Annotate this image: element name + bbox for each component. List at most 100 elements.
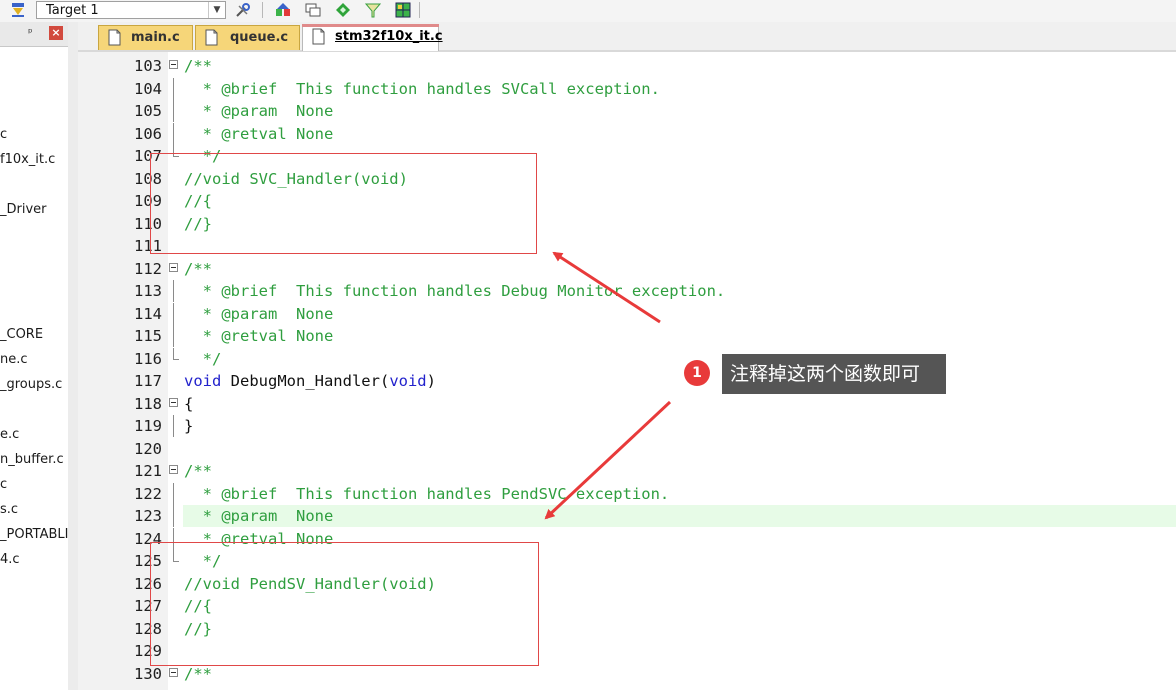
code-line[interactable]: 108 //void SVC_Handler(void) xyxy=(78,168,1176,190)
file-icon xyxy=(312,28,325,45)
code-line[interactable]: 123 * @param None xyxy=(78,505,1176,527)
project-tree-item[interactable]: ne.c xyxy=(0,352,28,367)
code-line[interactable]: 104 * @brief This function handles SVCal… xyxy=(78,77,1176,100)
project-tree-item[interactable]: 4.c xyxy=(0,552,20,567)
fold-collapse-icon[interactable] xyxy=(168,55,182,77)
code-line[interactable]: 117 void DebugMon_Handler(void) xyxy=(78,370,1176,392)
tab-stm32f10x-it-c[interactable]: stm32f10x_it.c xyxy=(302,24,443,51)
project-tree-item[interactable]: _PORTABLI xyxy=(0,527,68,542)
code-line[interactable]: 120 xyxy=(78,438,1176,460)
line-number: 111 xyxy=(134,237,162,255)
code-line[interactable]: 109 //{ xyxy=(78,190,1176,212)
fold-line-marker xyxy=(168,122,182,145)
fold-end-marker xyxy=(168,145,182,167)
code-line[interactable]: 126 //void PendSV_Handler(void) xyxy=(78,573,1176,595)
line-number: 129 xyxy=(134,642,162,660)
code-line[interactable]: 114 * @param None xyxy=(78,302,1176,325)
code-text: { xyxy=(184,394,194,413)
project-tree-item[interactable]: _Driver xyxy=(0,202,47,217)
fold-collapse-icon[interactable] xyxy=(168,663,182,685)
manage-components-icon[interactable] xyxy=(274,2,292,18)
code-line[interactable]: 113 * @brief This function handles Debug… xyxy=(78,280,1176,302)
tab-label: stm32f10x_it.c xyxy=(335,29,443,44)
fold-gutter xyxy=(168,640,182,662)
code-line[interactable]: 116 */ xyxy=(78,347,1176,370)
code-line[interactable]: 105 * @param None xyxy=(78,100,1176,122)
code-line[interactable]: 128 //} xyxy=(78,618,1176,640)
fold-line-marker xyxy=(168,302,182,325)
fold-collapse-icon[interactable] xyxy=(168,393,182,415)
fold-line-marker xyxy=(168,325,182,347)
close-icon[interactable]: × xyxy=(49,26,63,40)
tab-label: main.c xyxy=(131,30,180,45)
filter-icon[interactable] xyxy=(364,2,382,18)
panel-splitter[interactable] xyxy=(68,22,78,690)
target-select-value: Target 1 xyxy=(46,3,99,18)
fold-gutter xyxy=(168,213,182,235)
project-tree-item[interactable]: _CORE xyxy=(0,327,43,342)
code-line[interactable]: 119} xyxy=(78,415,1176,437)
line-number: 108 xyxy=(134,169,162,188)
pin-icon[interactable]: ᵖ xyxy=(28,26,33,39)
code-text: /** xyxy=(184,57,212,75)
line-number: 126 xyxy=(134,574,162,593)
project-tree-item[interactable]: _groups.c xyxy=(0,377,62,392)
code-text: //void SVC_Handler(void) xyxy=(184,169,408,188)
tab-queue-c[interactable]: queue.c xyxy=(195,25,300,50)
code-text: //} xyxy=(184,619,212,638)
fold-line-marker xyxy=(168,77,182,100)
project-tree-item[interactable]: s.c xyxy=(0,502,18,517)
options-icon[interactable] xyxy=(234,2,252,18)
project-tree-item[interactable]: f10x_it.c xyxy=(0,152,55,167)
code-line[interactable]: 115 * @retval None xyxy=(78,325,1176,347)
target-select[interactable]: Target 1 ▼ xyxy=(36,1,226,19)
project-panel: ᵖ × c f10x_it.c _Driver _CORE ne.c _grou… xyxy=(0,22,69,690)
code-line[interactable]: 110 //} xyxy=(78,213,1176,235)
line-number: 113 xyxy=(134,282,162,300)
fold-collapse-icon[interactable] xyxy=(168,460,182,482)
code-keyword: void xyxy=(389,372,427,390)
code-text: //{ xyxy=(184,192,212,210)
code-text: //} xyxy=(184,214,212,233)
fold-collapse-icon[interactable] xyxy=(168,258,182,280)
line-number: 109 xyxy=(134,192,162,210)
project-tree-item[interactable]: e.c xyxy=(0,427,19,442)
code-line[interactable]: 125 */ xyxy=(78,550,1176,572)
code-text: /** xyxy=(184,259,212,278)
line-number: 116 xyxy=(134,349,162,368)
code-text: //void PendSV_Handler(void) xyxy=(184,574,436,593)
grid-icon[interactable] xyxy=(394,2,412,18)
code-line[interactable]: 103 /** xyxy=(78,55,1176,77)
code-line[interactable]: 118 { xyxy=(78,393,1176,415)
code-line[interactable]: 124 * @retval None xyxy=(78,527,1176,550)
chevron-down-icon[interactable]: ▼ xyxy=(208,2,225,18)
code-line[interactable]: 107 */ xyxy=(78,145,1176,167)
project-tree-item[interactable]: c xyxy=(0,477,7,492)
toolbar-separator xyxy=(262,2,263,18)
line-number: 104 xyxy=(134,79,162,98)
code-line[interactable]: 121 /** xyxy=(78,460,1176,482)
code-line[interactable]: 130 /** xyxy=(78,663,1176,685)
project-tree-item[interactable]: n_buffer.c xyxy=(0,452,64,467)
diamond-icon[interactable] xyxy=(334,2,352,18)
code-identifier: DebugMon_Handler( xyxy=(221,372,390,390)
download-icon[interactable] xyxy=(9,2,27,18)
code-editor[interactable]: 103 /** 104 * @brief This function handles… xyxy=(78,52,1176,690)
window-layout-icon[interactable] xyxy=(304,2,322,18)
code-line[interactable]: 106 * @retval None xyxy=(78,122,1176,145)
tab-main-c[interactable]: main.c xyxy=(98,25,193,50)
project-tree-item[interactable]: c xyxy=(0,127,7,142)
line-number: 105 xyxy=(134,102,162,120)
fold-gutter xyxy=(168,573,182,595)
callout-number-badge: 1 xyxy=(684,360,710,386)
code-line[interactable]: 112 /** xyxy=(78,258,1176,280)
code-line[interactable]: 127 //{ xyxy=(78,595,1176,617)
code-line[interactable]: 111 xyxy=(78,235,1176,257)
line-number: 119 xyxy=(134,417,162,435)
code-line[interactable]: 129 xyxy=(78,640,1176,662)
code-line[interactable]: 122 * @brief This function handles PendS… xyxy=(78,482,1176,505)
fold-gutter xyxy=(168,595,182,617)
code-text: * @param None xyxy=(184,507,334,525)
code-text: * @param None xyxy=(184,304,334,323)
code-text: * @retval None xyxy=(184,529,334,548)
